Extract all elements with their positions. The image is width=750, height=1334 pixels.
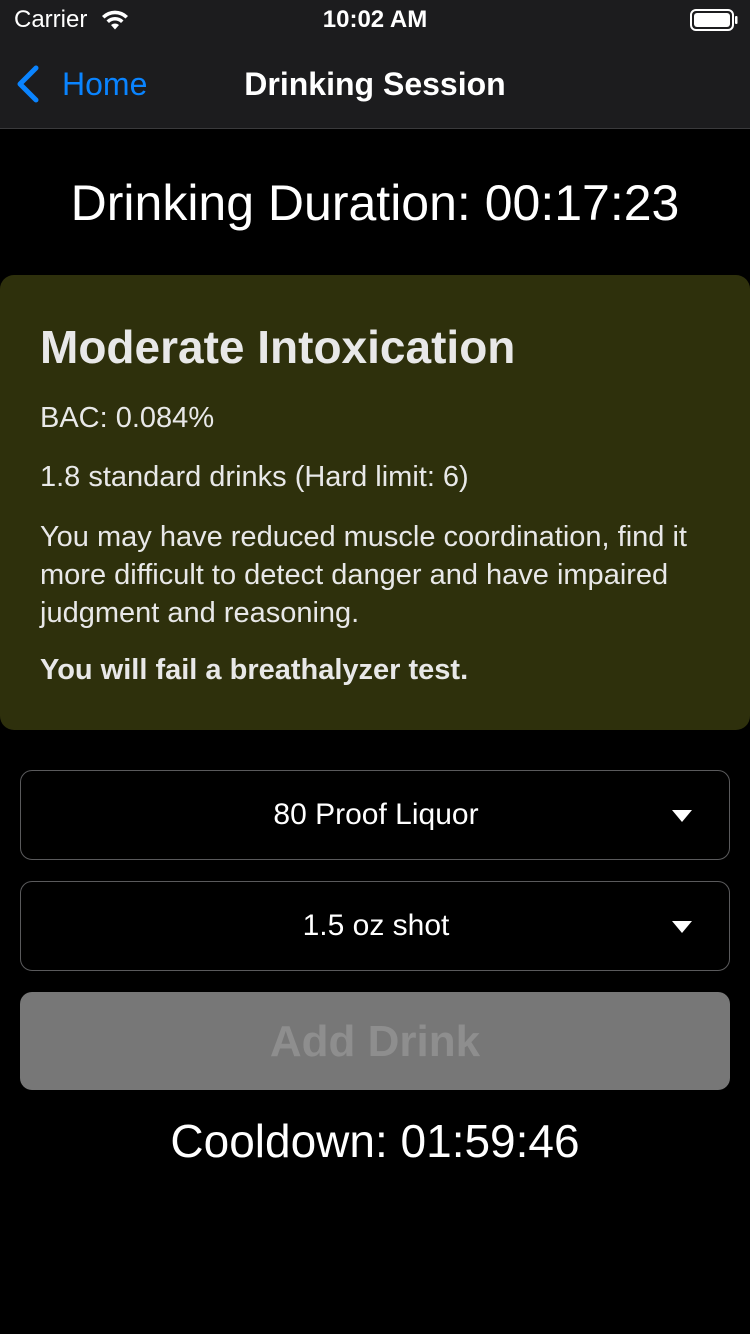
breathalyzer-warning: You will fail a breathalyzer test. (40, 654, 469, 686)
status-time: 10:02 AM (322, 6, 428, 33)
battery-icon (690, 9, 738, 31)
add-drink-button-label: Add Drink (269, 1017, 481, 1066)
drinking-duration: Drinking Duration: 00:17:23 (70, 175, 680, 231)
drink-size-select[interactable]: 1.5 oz shot (20, 881, 730, 971)
drink-type-select[interactable]: 80 Proof Liquor (20, 770, 730, 860)
page-title: Drinking Session (244, 66, 506, 102)
bac-value: BAC: 0.084% (40, 402, 215, 434)
drink-size-value: 1.5 oz shot (302, 909, 450, 942)
intoxication-level-title: Moderate Intoxication (40, 321, 516, 373)
standard-drinks-count: 1.8 standard drinks (Hard limit: 6) (40, 461, 469, 493)
navigation-bar: Home Drinking Session (0, 40, 750, 129)
intoxication-status-card: Moderate Intoxication BAC: 0.084% 1.8 st… (0, 275, 750, 730)
add-drink-button[interactable]: Add Drink (20, 992, 730, 1090)
drink-type-value: 80 Proof Liquor (273, 798, 479, 831)
dropdown-arrow-icon (672, 921, 692, 933)
dropdown-arrow-icon (672, 810, 692, 822)
cooldown-timer: Cooldown: 01:59:46 (170, 1115, 580, 1167)
intoxication-description: You may have reduced muscle coordination… (40, 521, 687, 629)
status-bar: Carrier 10:02 AM (0, 0, 750, 40)
